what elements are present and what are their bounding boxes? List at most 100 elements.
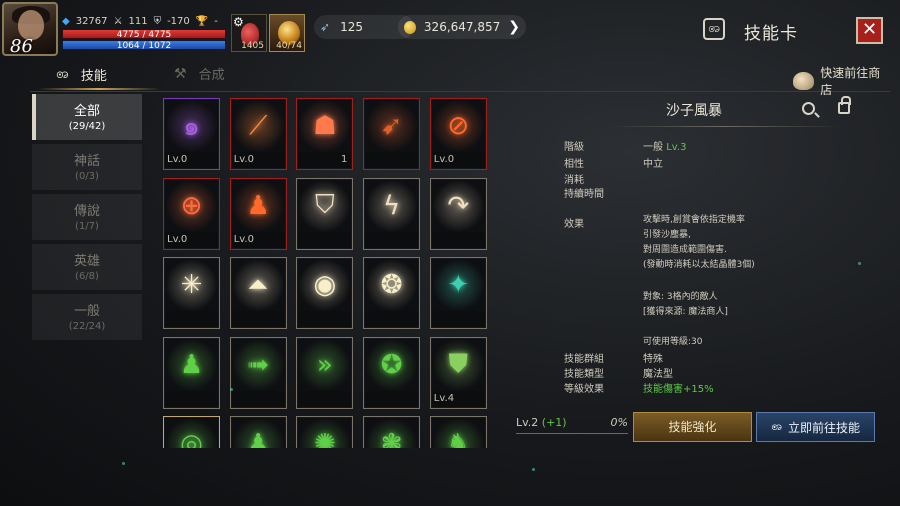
skill-card[interactable]: ⊕ Lv.0 bbox=[163, 177, 220, 250]
purple-swirl-icon: ๑ bbox=[165, 100, 218, 152]
lock-icon[interactable] bbox=[838, 96, 851, 114]
skill-card[interactable]: ➟ bbox=[229, 336, 287, 409]
cross-rune-icon-glyph: ⊕ bbox=[180, 190, 203, 221]
skill-card[interactable]: ❂ bbox=[363, 257, 421, 329]
cost-label: 消耗 bbox=[564, 175, 584, 186]
aura-figure-icon: ♟ bbox=[231, 179, 285, 232]
skill-card-grid: ๑ Lv.0 ⟋ Lv.0 ☗ 1 ➹ ⊘ Lv.0 ⊕ Lv.0 ♟ Lv.0 ⛉ ϟ ↷ ✳ ⏶ ◉ ❂ ✦ ♟ ➟» ✪… bbox=[163, 98, 493, 448]
skill-card[interactable]: ☗ 1 bbox=[296, 98, 354, 170]
tab-synthesis[interactable]: ⚒ 合成 bbox=[174, 64, 225, 84]
green-figure-icon: ♟ bbox=[165, 338, 218, 391]
skill-card[interactable]: ✺ bbox=[296, 416, 354, 448]
green-figure-icon-glyph: ♟ bbox=[179, 349, 204, 380]
skill-card[interactable]: ๑ Lv.0 bbox=[163, 98, 220, 170]
tab-skill[interactable]: ꩨ 技能 bbox=[56, 64, 107, 85]
green-creature-icon: ♞ bbox=[431, 418, 485, 448]
effect-line: (發動時消耗以太結晶體3個) bbox=[643, 260, 755, 270]
skill-detail-panel: 沙子風暴 階級 一般 Lv.3 相性 中立 消耗 持續時間 效果 攻擊時,創賞會… bbox=[510, 96, 880, 416]
skill-card[interactable]: ϟ bbox=[363, 177, 421, 250]
feather-value: 125 bbox=[340, 20, 363, 34]
skill-card[interactable]: ❃ bbox=[363, 416, 421, 448]
skill-card[interactable]: » bbox=[296, 336, 354, 409]
hp-bar: 4775 / 4775 bbox=[62, 29, 226, 40]
search-icon[interactable] bbox=[802, 102, 815, 115]
category-legend[interactable]: 傳說 (1/7) bbox=[32, 194, 142, 240]
potion-buff[interactable]: ⚙ 1405 bbox=[231, 14, 267, 52]
player-level: 86 bbox=[10, 36, 33, 57]
green-swirl-icon: ✪ bbox=[365, 338, 419, 391]
skill-card-icon: ꩨ bbox=[703, 18, 725, 40]
teal-sword-icon-glyph: ✦ bbox=[447, 270, 470, 300]
page-title: 技能卡 bbox=[744, 24, 798, 44]
skill-card[interactable]: ♞ bbox=[429, 416, 487, 448]
slash-icon: ⟋ bbox=[231, 100, 285, 152]
skill-card[interactable]: ⏶ bbox=[229, 257, 287, 329]
spear-icon-glyph: ➹ bbox=[380, 111, 403, 141]
usable-level: 可使用等級:30 bbox=[643, 337, 703, 347]
category-sidebar: 全部 (29/42) 神話 (0/3) 傳說 (1/7) 英雄 (6/8) 一般… bbox=[32, 94, 142, 344]
go-to-skill-label: 立即前往技能 bbox=[787, 420, 860, 435]
category-name: 傳說 bbox=[73, 204, 100, 219]
skill-name: 沙子風暴 bbox=[666, 103, 722, 119]
shield-icon: ⛉ bbox=[298, 179, 352, 232]
enhance-skill-button[interactable]: 技能強化 bbox=[633, 412, 752, 442]
skill-card[interactable]: ♟ Lv.0 bbox=[229, 177, 287, 250]
player-avatar[interactable]: 86 bbox=[2, 2, 58, 57]
sword-icon: ⚔ bbox=[113, 15, 123, 27]
skill-card[interactable]: ⟋ Lv.0 bbox=[229, 98, 287, 170]
teal-sword-icon: ✦ bbox=[431, 259, 485, 311]
card-info-strip bbox=[231, 311, 285, 327]
skill-card[interactable]: ◎ bbox=[163, 416, 220, 448]
pyramid-icon-glyph: ⏶ bbox=[247, 269, 269, 300]
feather-icon: ➶ bbox=[320, 20, 331, 34]
skill-card[interactable]: ➹ bbox=[363, 98, 421, 170]
skill-card[interactable]: ◉ bbox=[296, 257, 354, 329]
card-info-strip bbox=[165, 311, 218, 327]
level-effect-label: 等級效果 bbox=[564, 384, 604, 395]
card-count: 1 bbox=[341, 154, 348, 165]
category-count: (0/3) bbox=[75, 171, 99, 182]
orb-buff[interactable]: 40/74 bbox=[269, 14, 305, 52]
close-button[interactable]: ✕ bbox=[856, 17, 883, 44]
green-ring-icon-glyph: ◎ bbox=[180, 429, 203, 448]
mp-bar: 1064 / 1072 bbox=[62, 40, 226, 51]
go-to-skill-button[interactable]: ꩨ 立即前往技能 bbox=[756, 412, 875, 442]
skill-card[interactable]: ⛉ bbox=[296, 177, 354, 250]
double-chevron-icon-glyph: » bbox=[316, 349, 333, 380]
wing-icon: ◆ bbox=[62, 15, 70, 27]
green-swirl-icon-glyph: ✪ bbox=[380, 349, 403, 380]
green-shield-icon-glyph: ⛊ bbox=[448, 349, 469, 379]
skill-card[interactable]: ✳ bbox=[163, 257, 220, 329]
skill-card[interactable]: ♟ bbox=[229, 416, 287, 448]
quick-shop-link[interactable]: 快速前往商店 bbox=[793, 64, 890, 98]
chevron-right-icon[interactable]: ❯ bbox=[508, 19, 520, 35]
card-level: Lv.0 bbox=[233, 154, 254, 165]
skill-card[interactable]: ✪ bbox=[363, 336, 421, 409]
skill-card[interactable]: ↷ bbox=[429, 177, 487, 250]
trophy-value: - bbox=[214, 15, 218, 27]
category-count: (29/42) bbox=[68, 121, 106, 132]
skill-card[interactable]: ⊘ Lv.0 bbox=[429, 98, 487, 170]
card-level: Lv.4 bbox=[433, 392, 455, 404]
card-info-strip bbox=[431, 311, 485, 327]
green-creature-icon-glyph: ♞ bbox=[446, 429, 470, 448]
card-info-strip: Lv.0 bbox=[431, 152, 485, 168]
category-myth[interactable]: 神話 (0/3) bbox=[32, 144, 142, 190]
skill-card[interactable]: ✦ bbox=[429, 257, 487, 329]
effect-label: 效果 bbox=[564, 219, 584, 230]
category-all[interactable]: 全部 (29/42) bbox=[32, 94, 142, 140]
sword-circle-icon: ⊘ bbox=[431, 100, 485, 152]
category-normal[interactable]: 一般 (22/24) bbox=[32, 294, 142, 340]
source-line: [獲得來源: 魔法商人] bbox=[643, 307, 728, 317]
category-name: 英雄 bbox=[73, 254, 100, 269]
category-hero[interactable]: 英雄 (6/8) bbox=[32, 244, 142, 290]
attack-value: 111 bbox=[128, 15, 148, 27]
card-info-strip: Lv.4 bbox=[431, 390, 485, 407]
spear-icon: ➹ bbox=[365, 100, 419, 152]
skill-card[interactable]: ♟ bbox=[163, 336, 220, 409]
progress-bonus: (+1) bbox=[541, 416, 567, 429]
skill-card[interactable]: ⛊ Lv.4 bbox=[429, 336, 487, 409]
helmet-icon: ⛨ bbox=[153, 15, 162, 27]
card-info-strip bbox=[231, 390, 285, 407]
sparkle bbox=[230, 388, 233, 391]
